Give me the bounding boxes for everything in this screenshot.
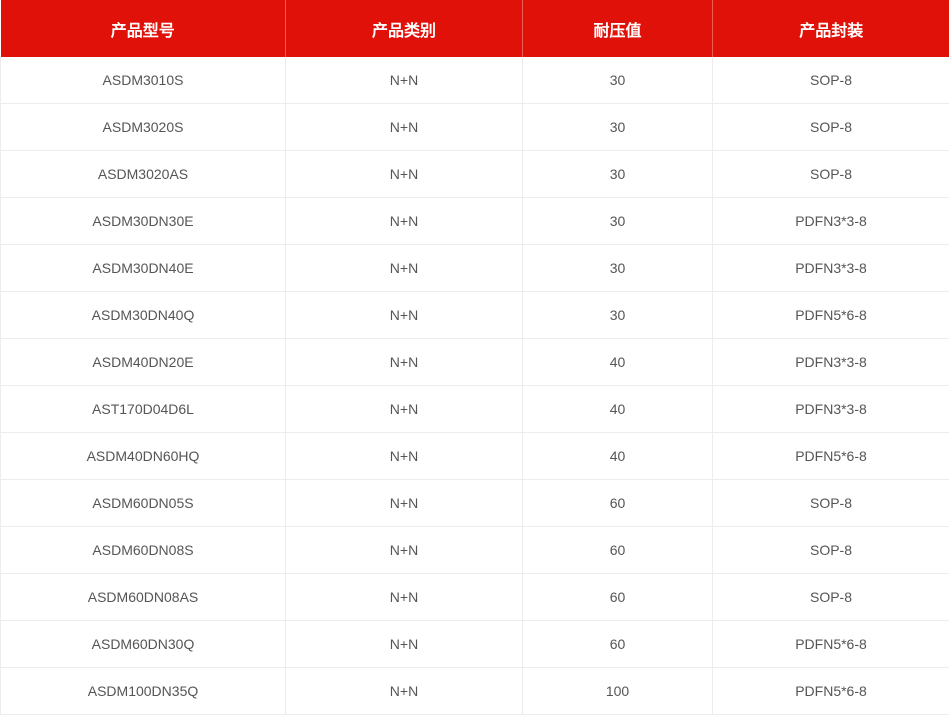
- cell-package: SOP-8: [712, 573, 949, 621]
- header-model: 产品型号: [0, 0, 286, 57]
- cell-model: ASDM60DN08S: [0, 526, 286, 574]
- cell-package: SOP-8: [712, 479, 949, 527]
- cell-package: SOP-8: [712, 526, 949, 574]
- cell-model: ASDM100DN35Q: [0, 667, 286, 715]
- table-row: ASDM3010S N+N 30 SOP-8: [0, 57, 949, 104]
- cell-model: ASDM3020S: [0, 103, 286, 151]
- cell-model: ASDM40DN60HQ: [0, 432, 286, 480]
- table-row: ASDM60DN30Q N+N 60 PDFN5*6-8: [0, 620, 949, 668]
- cell-package: SOP-8: [712, 57, 949, 104]
- table-row: ASDM30DN40E N+N 30 PDFN3*3-8: [0, 244, 949, 292]
- cell-voltage: 40: [522, 432, 713, 480]
- cell-package: PDFN3*3-8: [712, 385, 949, 433]
- cell-model: ASDM3020AS: [0, 150, 286, 198]
- cell-model: ASDM3010S: [0, 57, 286, 104]
- table-row: ASDM3020AS N+N 30 SOP-8: [0, 150, 949, 198]
- cell-category: N+N: [285, 620, 523, 668]
- cell-category: N+N: [285, 197, 523, 245]
- cell-voltage: 100: [522, 667, 713, 715]
- cell-voltage: 30: [522, 57, 713, 104]
- cell-package: SOP-8: [712, 103, 949, 151]
- table-row: ASDM100DN35Q N+N 100 PDFN5*6-8: [0, 667, 949, 715]
- table-row: ASDM3020S N+N 30 SOP-8: [0, 103, 949, 151]
- cell-model: ASDM30DN30E: [0, 197, 286, 245]
- cell-category: N+N: [285, 667, 523, 715]
- cell-category: N+N: [285, 338, 523, 386]
- cell-voltage: 60: [522, 526, 713, 574]
- cell-category: N+N: [285, 385, 523, 433]
- cell-voltage: 60: [522, 479, 713, 527]
- cell-package: PDFN3*3-8: [712, 197, 949, 245]
- cell-package: PDFN5*6-8: [712, 432, 949, 480]
- table-header: 产品型号 产品类别 耐压值 产品封装: [0, 0, 949, 57]
- cell-model: ASDM40DN20E: [0, 338, 286, 386]
- product-table: 产品型号 产品类别 耐压值 产品封装 ASDM3010S N+N 30 SOP-8 AS…: [0, 0, 949, 715]
- cell-model: AST170D04D6L: [0, 385, 286, 433]
- cell-model: ASDM60DN30Q: [0, 620, 286, 668]
- header-category: 产品类别: [285, 0, 523, 57]
- cell-category: N+N: [285, 432, 523, 480]
- cell-voltage: 30: [522, 244, 713, 292]
- cell-category: N+N: [285, 244, 523, 292]
- cell-model: ASDM30DN40Q: [0, 291, 286, 339]
- cell-voltage: 60: [522, 573, 713, 621]
- cell-voltage: 30: [522, 103, 713, 151]
- cell-category: N+N: [285, 291, 523, 339]
- cell-package: SOP-8: [712, 150, 949, 198]
- cell-package: PDFN3*3-8: [712, 338, 949, 386]
- cell-category: N+N: [285, 526, 523, 574]
- table-row: ASDM60DN05S N+N 60 SOP-8: [0, 479, 949, 527]
- cell-category: N+N: [285, 479, 523, 527]
- cell-voltage: 30: [522, 150, 713, 198]
- header-package: 产品封装: [712, 0, 949, 57]
- table-row: ASDM30DN40Q N+N 30 PDFN5*6-8: [0, 291, 949, 339]
- cell-category: N+N: [285, 150, 523, 198]
- table-body: ASDM3010S N+N 30 SOP-8 ASDM3020S N+N 30 SOP-8 AS…: [0, 57, 949, 715]
- cell-voltage: 40: [522, 338, 713, 386]
- cell-category: N+N: [285, 573, 523, 621]
- table-row: ASDM40DN60HQ N+N 40 PDFN5*6-8: [0, 432, 949, 480]
- cell-category: N+N: [285, 57, 523, 104]
- table-row: ASDM30DN30E N+N 30 PDFN3*3-8: [0, 197, 949, 245]
- cell-voltage: 30: [522, 291, 713, 339]
- table-row: ASDM60DN08AS N+N 60 SOP-8: [0, 573, 949, 621]
- cell-package: PDFN5*6-8: [712, 620, 949, 668]
- table-row: ASDM60DN08S N+N 60 SOP-8: [0, 526, 949, 574]
- cell-package: PDFN5*6-8: [712, 291, 949, 339]
- cell-package: PDFN5*6-8: [712, 667, 949, 715]
- header-voltage: 耐压值: [522, 0, 713, 57]
- table-row: ASDM40DN20E N+N 40 PDFN3*3-8: [0, 338, 949, 386]
- header-row: 产品型号 产品类别 耐压值 产品封装: [0, 0, 949, 57]
- cell-voltage: 30: [522, 197, 713, 245]
- cell-model: ASDM60DN08AS: [0, 573, 286, 621]
- cell-model: ASDM60DN05S: [0, 479, 286, 527]
- cell-model: ASDM30DN40E: [0, 244, 286, 292]
- table-row: AST170D04D6L N+N 40 PDFN3*3-8: [0, 385, 949, 433]
- cell-package: PDFN3*3-8: [712, 244, 949, 292]
- cell-voltage: 40: [522, 385, 713, 433]
- cell-category: N+N: [285, 103, 523, 151]
- cell-voltage: 60: [522, 620, 713, 668]
